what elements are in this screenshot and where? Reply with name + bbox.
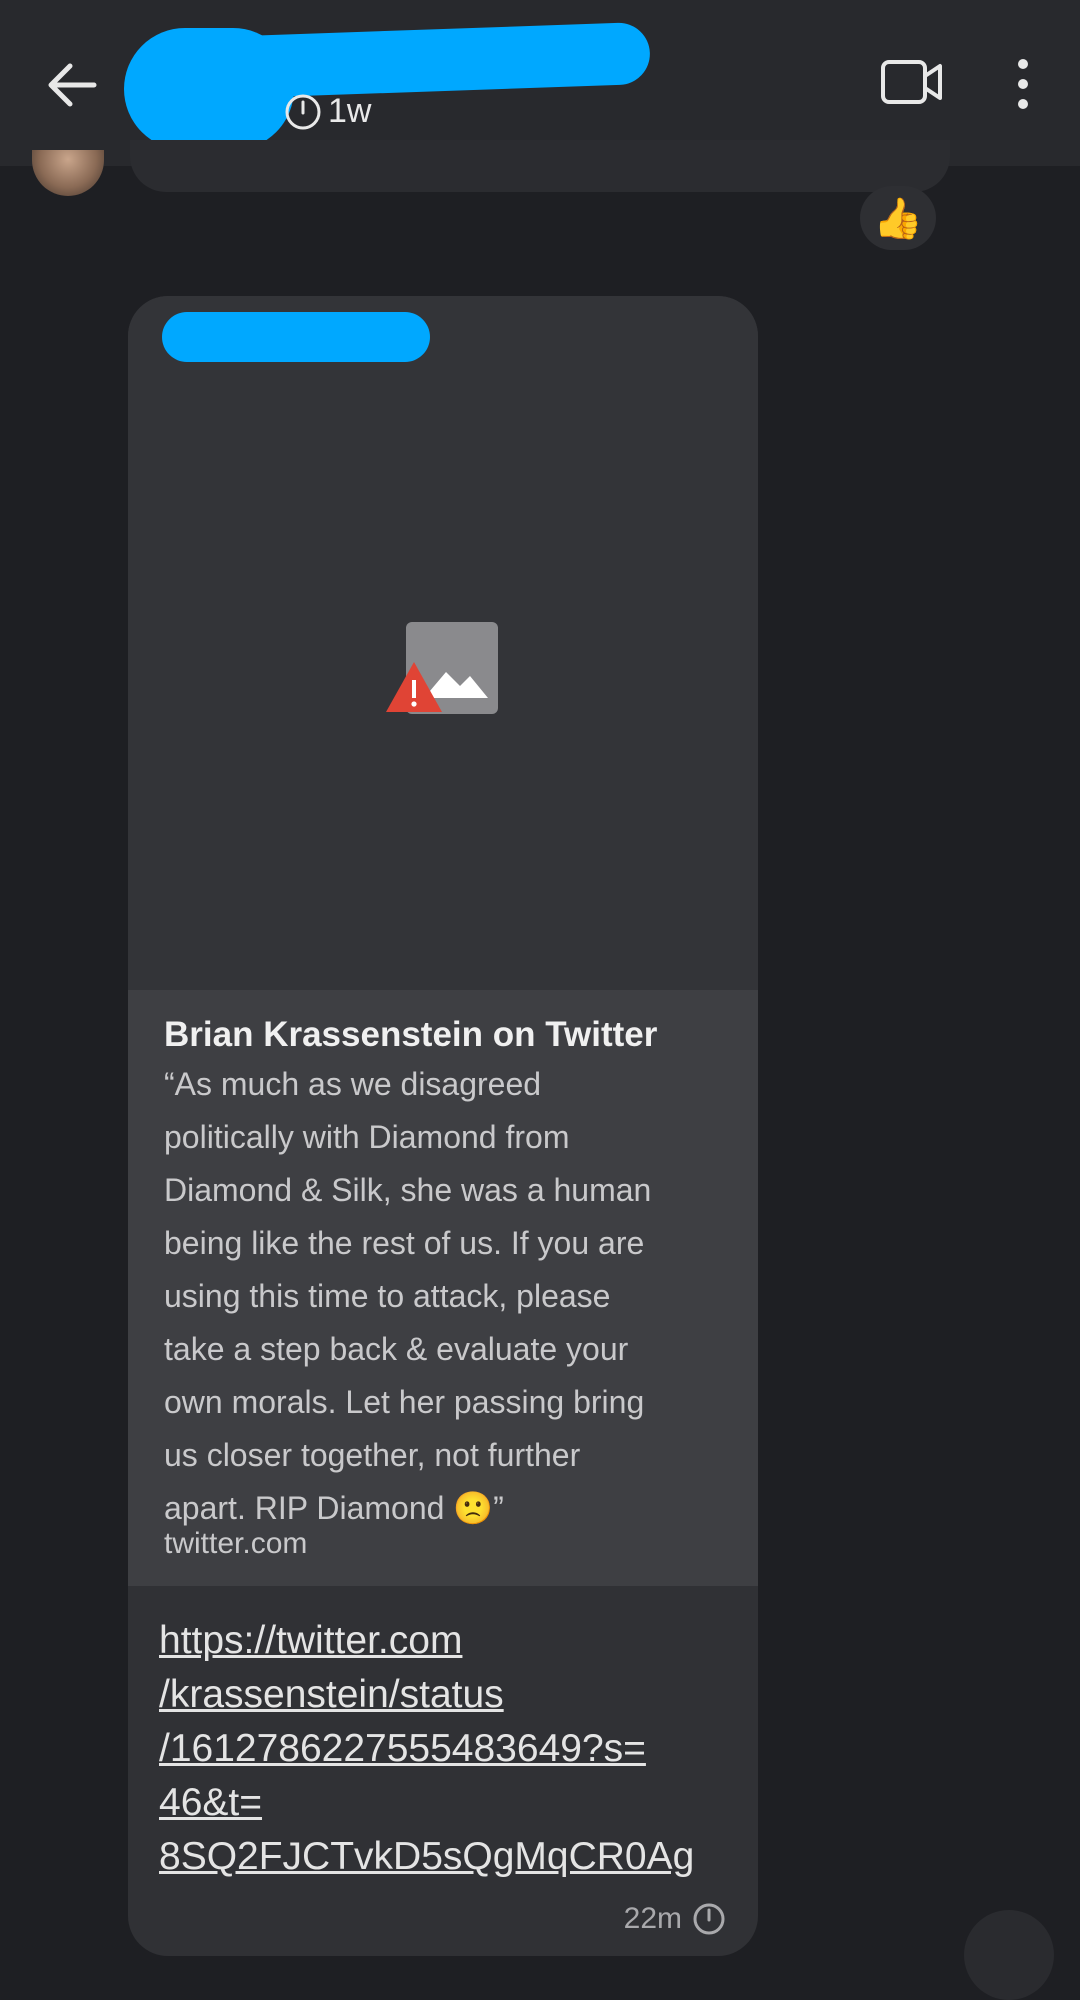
redacted-sender-name	[162, 312, 430, 362]
more-options-icon[interactable]	[1008, 56, 1038, 112]
link-preview-description: “As much as we disagreed politically wit…	[164, 1066, 652, 1526]
thumbs-up-reaction[interactable]: 👍	[860, 186, 936, 250]
message-time-label: 22m	[623, 1902, 682, 1935]
timer-icon	[285, 94, 321, 129]
timer-label: 1w	[328, 92, 372, 130]
video-call-icon[interactable]	[878, 52, 948, 112]
sender-avatar[interactable]	[32, 150, 104, 196]
link-preview-domain: twitter.com	[164, 1527, 308, 1560]
message-link[interactable]: https://twitter.com /krassenstein/status…	[159, 1614, 739, 1884]
previous-message-bubble[interactable]	[130, 140, 950, 192]
disappearing-timer: 1w	[284, 92, 371, 131]
timer-icon	[693, 1903, 725, 1935]
link-preview-image[interactable]	[128, 296, 758, 990]
back-arrow-icon[interactable]	[40, 52, 106, 118]
message-timestamp: 22m	[624, 1902, 726, 1936]
message-bubble[interactable]: Brian Krassenstein on Twitter “As much a…	[128, 296, 758, 1956]
scroll-to-bottom-button[interactable]	[964, 1910, 1054, 2000]
link-preview-title: Brian Krassenstein on Twitter	[164, 1015, 658, 1054]
broken-image-icon	[384, 620, 514, 738]
redacted-contact-name	[150, 90, 280, 140]
link-preview-card[interactable]: Brian Krassenstein on Twitter “As much a…	[128, 990, 758, 1586]
